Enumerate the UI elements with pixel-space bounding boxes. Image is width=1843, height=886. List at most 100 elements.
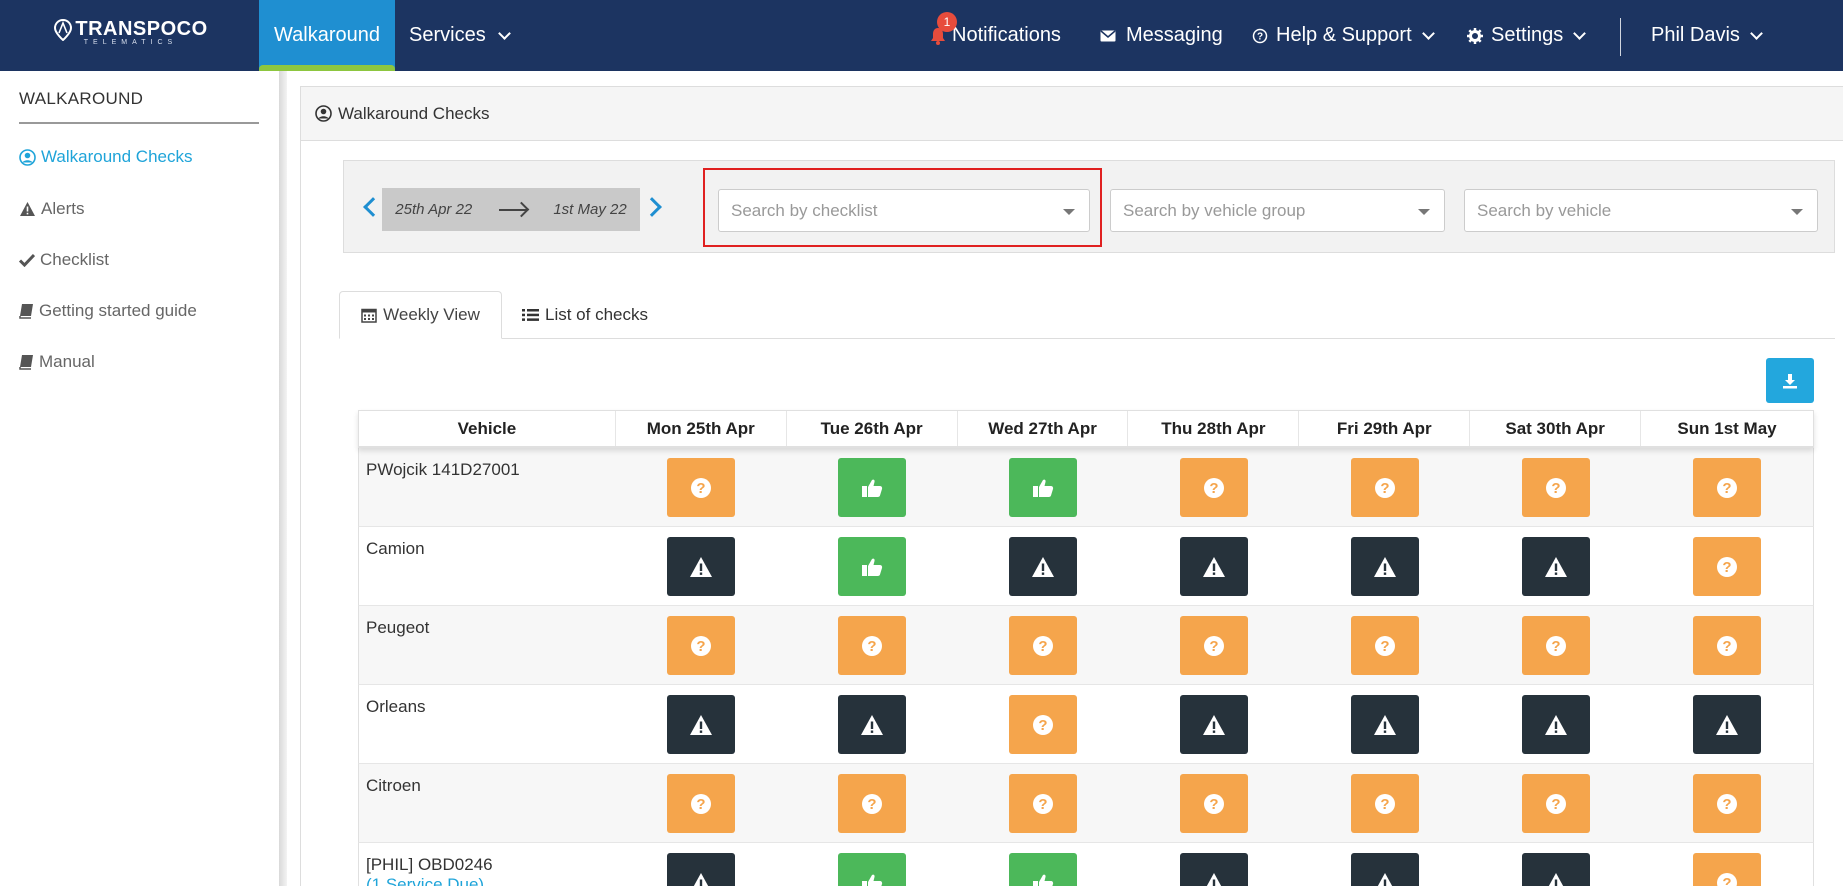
table-row: Camion? <box>358 527 1814 606</box>
status-unknown-button[interactable]: ? <box>1350 774 1419 833</box>
question-circle-icon: ? <box>1033 714 1054 735</box>
status-unknown-button[interactable]: ? <box>1521 774 1590 833</box>
status-unknown-button[interactable]: ? <box>1693 616 1762 675</box>
status-unknown-button[interactable]: ? <box>667 774 736 833</box>
status-alert-button[interactable] <box>1693 695 1762 754</box>
status-unknown-button[interactable]: ? <box>1009 695 1078 754</box>
svg-text:?: ? <box>868 796 877 813</box>
day-cell <box>1470 685 1641 763</box>
status-ok-button[interactable] <box>838 853 907 886</box>
tab-weekly-view[interactable]: Weekly View <box>339 291 502 339</box>
day-cell: ? <box>1641 606 1813 684</box>
status-unknown-button[interactable]: ? <box>1693 537 1762 596</box>
day-cell: ? <box>616 764 787 842</box>
nav-walkaround-label: Walkaround <box>274 24 380 46</box>
vehicle-label: PWojcik 141D27001 <box>366 460 520 479</box>
nav-notifications[interactable]: Notifications <box>930 0 1061 71</box>
svg-text:?: ? <box>697 638 706 655</box>
date-range[interactable]: 25th Apr 22 1st May 22 <box>382 188 640 231</box>
status-alert-button[interactable] <box>1179 537 1248 596</box>
svg-text:?: ? <box>1380 480 1389 497</box>
status-alert-button[interactable] <box>1179 853 1248 886</box>
status-unknown-button[interactable]: ? <box>1350 616 1419 675</box>
sidebar-item-checklist[interactable]: Checklist <box>19 250 109 270</box>
status-ok-button[interactable] <box>838 537 907 596</box>
day-cell: ? <box>1299 764 1470 842</box>
day-cell <box>787 843 958 886</box>
question-circle-icon: ? <box>1717 793 1738 814</box>
question-circle-icon: ? <box>1033 793 1054 814</box>
question-circle-icon: ? <box>1374 477 1395 498</box>
sidebar-item-getting-started[interactable]: Getting started guide <box>19 301 197 321</box>
status-unknown-button[interactable]: ? <box>838 774 907 833</box>
calendar-icon <box>361 308 377 323</box>
warning-icon <box>861 714 884 735</box>
question-circle-icon: ? <box>1717 635 1738 656</box>
status-unknown-button[interactable]: ? <box>1693 774 1762 833</box>
status-unknown-button[interactable]: ? <box>1693 458 1762 517</box>
day-cell <box>787 527 958 605</box>
vehicle-name: [PHIL] OBD0246 (1 Service Due) <box>359 843 616 886</box>
status-alert-button[interactable] <box>1521 853 1590 886</box>
download-button[interactable] <box>1766 358 1814 403</box>
question-circle-icon: ? <box>1203 477 1224 498</box>
status-unknown-button[interactable]: ? <box>1521 616 1590 675</box>
sidebar-item-alerts[interactable]: Alerts <box>19 199 84 219</box>
vehicle-group-select[interactable]: Search by vehicle group <box>1110 189 1445 232</box>
warning-icon <box>1202 714 1225 735</box>
day-cell: ? <box>616 448 787 526</box>
day-cell: ? <box>1128 448 1299 526</box>
status-alert-button[interactable] <box>667 853 736 886</box>
status-unknown-button[interactable]: ? <box>1693 853 1762 886</box>
nav-walkaround[interactable]: Walkaround <box>259 0 395 71</box>
status-alert-button[interactable] <box>1350 853 1419 886</box>
status-ok-button[interactable] <box>838 458 907 517</box>
nav-settings[interactable]: Settings <box>1467 0 1587 71</box>
status-unknown-button[interactable]: ? <box>1179 458 1248 517</box>
question-circle-icon: ? <box>1717 872 1738 886</box>
nav-user-menu[interactable]: Phil Davis <box>1651 0 1763 71</box>
status-alert-button[interactable] <box>1350 695 1419 754</box>
vehicle-select[interactable]: Search by vehicle <box>1464 189 1818 232</box>
day-cell <box>616 685 787 763</box>
status-ok-button[interactable] <box>1009 458 1078 517</box>
book-icon <box>19 355 33 370</box>
status-alert-button[interactable] <box>1009 537 1078 596</box>
status-unknown-button[interactable]: ? <box>1521 458 1590 517</box>
status-unknown-button[interactable]: ? <box>1009 774 1078 833</box>
status-alert-button[interactable] <box>838 695 907 754</box>
svg-text:?: ? <box>1551 480 1560 497</box>
status-unknown-button[interactable]: ? <box>1179 774 1248 833</box>
notification-count-badge: 1 <box>937 12 957 32</box>
status-alert-button[interactable] <box>667 537 736 596</box>
question-circle-icon: ? <box>1033 635 1054 656</box>
nav-help-support[interactable]: ? Help & Support <box>1252 0 1435 71</box>
header-day: Sun 1st May <box>1677 418 1777 438</box>
status-ok-button[interactable] <box>1009 853 1078 886</box>
status-unknown-button[interactable]: ? <box>1179 616 1248 675</box>
panel-title: Walkaround Checks <box>338 103 490 123</box>
nav-messaging[interactable]: Messaging <box>1100 0 1223 71</box>
service-due-link[interactable]: (1 Service Due) <box>366 875 616 886</box>
status-unknown-button[interactable]: ? <box>667 616 736 675</box>
tab-list-of-checks[interactable]: List of checks <box>522 291 648 339</box>
status-alert-button[interactable] <box>1521 537 1590 596</box>
nav-services[interactable]: Services <box>409 0 511 71</box>
day-cell: ? <box>1128 764 1299 842</box>
status-unknown-button[interactable]: ? <box>667 458 736 517</box>
warning-icon <box>1544 714 1567 735</box>
status-unknown-button[interactable]: ? <box>838 616 907 675</box>
sidebar-item-walkaround-checks[interactable]: Walkaround Checks <box>19 147 193 167</box>
day-cell: ? <box>1641 843 1813 886</box>
status-unknown-button[interactable]: ? <box>1009 616 1078 675</box>
status-alert-button[interactable] <box>1179 695 1248 754</box>
question-circle-icon: ? <box>1252 28 1268 43</box>
status-alert-button[interactable] <box>667 695 736 754</box>
sidebar-item-manual[interactable]: Manual <box>19 352 95 372</box>
status-alert-button[interactable] <box>1350 537 1419 596</box>
transpoco-logo[interactable]: TRANSPOCO TELEMATICS <box>54 18 207 52</box>
status-alert-button[interactable] <box>1521 695 1590 754</box>
svg-text:?: ? <box>1551 638 1560 655</box>
status-unknown-button[interactable]: ? <box>1350 458 1419 517</box>
warning-icon <box>1373 556 1396 577</box>
